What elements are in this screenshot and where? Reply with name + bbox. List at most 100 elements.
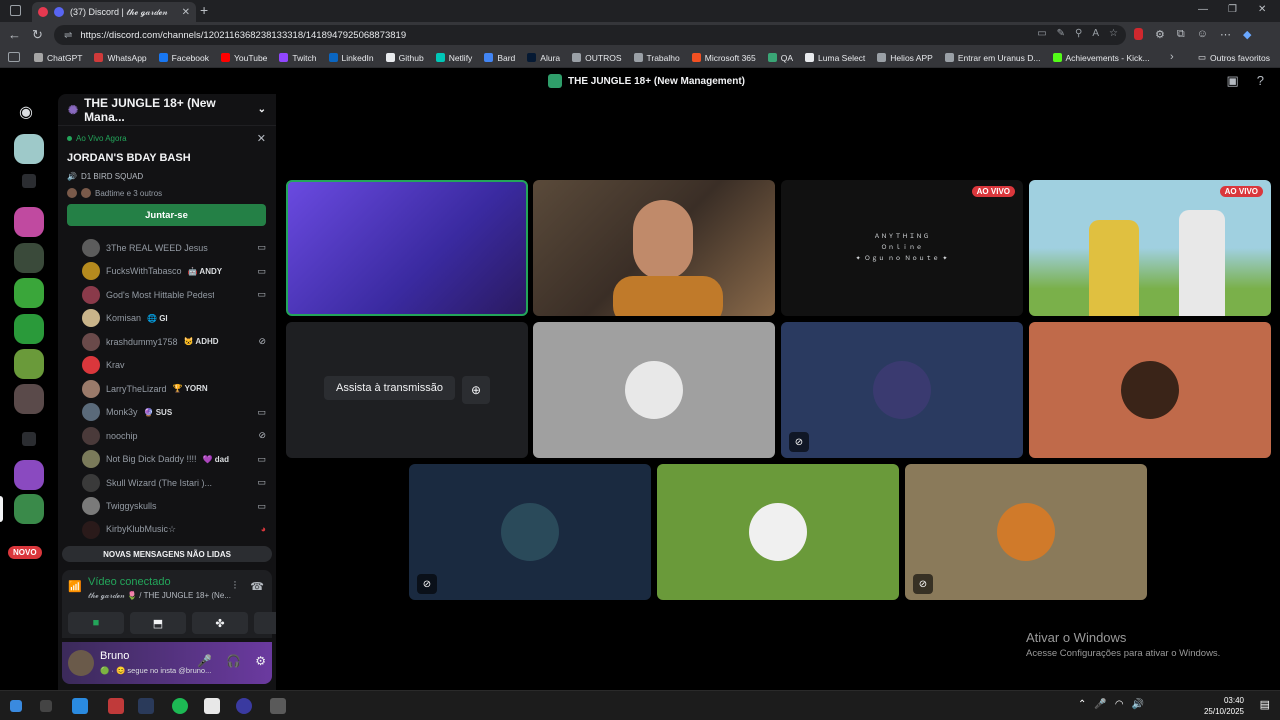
app-icon[interactable] (270, 698, 286, 714)
discord-home-icon[interactable]: ◉ (19, 102, 33, 122)
watch-stream-button[interactable]: Assista à transmissão (324, 376, 455, 400)
app-icon[interactable] (108, 698, 124, 714)
voice-user-row[interactable]: Krav (82, 354, 272, 378)
voice-user-row[interactable]: Skull Wizard (The Istari )... ▭ (82, 471, 272, 495)
bookmark-item[interactable]: Facebook (158, 53, 209, 63)
participant-tile[interactable]: ⊘ (781, 322, 1023, 458)
notifications-icon[interactable]: ▤ (1260, 698, 1270, 711)
more-bookmarks-icon[interactable]: › (1170, 51, 1174, 63)
bookmark-item[interactable]: Microsoft 365 (691, 53, 756, 63)
close-tab-icon[interactable]: ✕ (182, 7, 190, 18)
open-in-app-icon[interactable]: ▭ (1037, 28, 1046, 39)
voice-user-row[interactable]: 3The REAL WEED Jesus ▭ (82, 236, 272, 260)
read-aloud-icon[interactable]: A (1092, 28, 1099, 39)
key-icon[interactable]: ✎ (1057, 28, 1065, 39)
server-icon[interactable] (14, 460, 44, 490)
stream-tile[interactable]: AO VIVO (1029, 180, 1271, 316)
camera-button[interactable]: ■ (68, 612, 124, 634)
bookmark-item[interactable]: Github (385, 53, 424, 63)
bookmark-item[interactable]: WhatsApp (94, 53, 147, 63)
noise-suppression-icon[interactable]: ⫶ (234, 580, 237, 593)
participant-tile[interactable]: ⊘ (905, 464, 1147, 600)
video-tile[interactable] (286, 180, 528, 316)
minimize-button[interactable]: — (1198, 4, 1208, 15)
voice-user-row[interactable]: FucksWithTabasco 🤖 ANDY ▭ (82, 260, 272, 284)
copilot-icon[interactable]: ◆ (1243, 28, 1251, 41)
voice-user-row[interactable]: KirbyKlubMusic☆ ◕ (82, 518, 272, 542)
bookmark-item[interactable]: Trabalho (633, 53, 680, 63)
bookmark-item[interactable]: Helios APP (877, 53, 933, 63)
app-icon[interactable] (236, 698, 252, 714)
new-tab-button[interactable]: + (200, 2, 208, 18)
new-badge[interactable]: NOVO (8, 546, 42, 559)
bookmark-item[interactable]: OUTROS (572, 53, 622, 63)
start-icon[interactable] (10, 700, 22, 712)
participant-tile[interactable] (1029, 322, 1271, 458)
steam-icon[interactable] (138, 698, 154, 714)
microphone-icon[interactable]: 🎤 (197, 654, 212, 668)
bookmark-item[interactable]: Twitch (279, 53, 317, 63)
bookmark-item[interactable]: Netlify (435, 53, 472, 63)
bookmark-item[interactable]: ChatGPT (34, 53, 82, 63)
help-icon[interactable]: ? (1257, 73, 1264, 89)
browser-tab-discord[interactable]: (37) Discord | 𝓉𝒽ℯ ℊ𝒶𝓇𝒹ℯ𝓃 ✕ (32, 2, 196, 22)
bookmark-item[interactable]: QA (767, 53, 793, 63)
voice-user-row[interactable]: Not Big Dick Daddy !!!! 💜 dad ▭ (82, 448, 272, 472)
voice-user-row[interactable]: krashdummy1758 😺 ADHD ⊘ (82, 330, 272, 354)
extensions-icon[interactable]: ⚙ (1155, 28, 1165, 41)
voice-user-row[interactable]: noochip ⊘ (82, 424, 272, 448)
bookmark-item[interactable]: Bard (484, 53, 515, 63)
voice-user-row[interactable]: Twiggyskulls ▭ (82, 495, 272, 519)
site-info-icon[interactable]: ⇌ (64, 30, 72, 41)
voice-user-row[interactable]: LarryTheLizard 🏆 YORN (82, 377, 272, 401)
edge-icon[interactable] (72, 698, 88, 714)
server-icon[interactable] (14, 384, 44, 414)
voice-user-row[interactable]: Monk3y 🔮 SUS ▭ (82, 401, 272, 425)
server-icon[interactable] (14, 134, 44, 164)
bookmark-item[interactable]: Entrar em Uranus D... (944, 53, 1041, 63)
server-icon[interactable] (14, 243, 44, 273)
close-icon[interactable]: ✕ (257, 132, 266, 145)
show-hidden-icons[interactable]: ⌃ (1078, 699, 1086, 710)
avatar[interactable] (68, 650, 94, 676)
voice-status[interactable]: Vídeo conectado (88, 576, 171, 588)
store-icon[interactable] (204, 698, 220, 714)
stream-tile[interactable]: AO VIVO ＡＮＹＴＨＩＮＧ Ｏｎｌｉｎｅ ✦ Ｏｇｕ ｎｏ Ｎｏｕｔｅ ✦ (781, 180, 1023, 316)
wifi-icon[interactable]: ◠ (1115, 699, 1124, 710)
disconnect-icon[interactable]: ☎ (250, 580, 264, 593)
restore-button[interactable]: ❐ (1228, 4, 1237, 15)
server-header[interactable]: ✺ THE JUNGLE 18+ (New Mana... ⌄ (58, 94, 276, 126)
task-view-icon[interactable] (40, 700, 52, 712)
reload-button[interactable]: ↻ (32, 27, 43, 43)
join-button[interactable]: Juntar-se (67, 204, 266, 226)
settings-gear-icon[interactable]: ⚙ (255, 654, 266, 668)
bookmark-item[interactable]: YouTube (221, 53, 267, 63)
bookmark-item[interactable]: Alura (527, 53, 560, 63)
bookmark-item[interactable]: Luma Select (805, 53, 865, 63)
volume-icon[interactable]: 🔊 (1132, 699, 1144, 710)
server-icon[interactable] (14, 207, 44, 237)
video-tile[interactable] (533, 180, 775, 316)
spotify-icon[interactable] (172, 698, 188, 714)
activities-button[interactable]: ✤ (192, 612, 248, 634)
voice-location[interactable]: 𝓉𝒽ℯ ℊ𝒶𝓇𝒹ℯ𝓃 🌷 / THE JUNGLE 18+ (Ne... (88, 591, 231, 601)
collections-icon[interactable]: ⧉ (1177, 28, 1185, 41)
back-button[interactable]: ← (8, 27, 21, 42)
inbox-icon[interactable]: ▣ (1226, 73, 1238, 89)
voice-user-row[interactable]: Komisan 🌐 GI (82, 307, 272, 331)
favorite-star-icon[interactable]: ☆ (1109, 28, 1118, 39)
zoom-icon[interactable]: ⚲ (1075, 28, 1082, 39)
screen-share-button[interactable]: ⬒ (130, 612, 186, 634)
folder-icon[interactable] (22, 432, 36, 446)
clock[interactable]: 03:40 25/10/2025 (1204, 695, 1244, 717)
bookmark-item[interactable]: LinkedIn (328, 53, 374, 63)
server-icon[interactable] (14, 494, 44, 524)
new-messages-bar[interactable]: NOVAS MENSAGENS NÃO LIDAS (62, 546, 272, 562)
server-icon[interactable] (14, 314, 44, 344)
tab-actions-icon[interactable] (10, 5, 21, 16)
voice-user-row[interactable]: God's Most Hittable Pedestri... ▭ (82, 283, 272, 307)
add-view-icon[interactable]: ⊕ (462, 376, 490, 404)
profile-icon[interactable]: ☺ (1197, 28, 1208, 41)
close-window-button[interactable]: ✕ (1258, 4, 1266, 15)
extension-icon[interactable] (1134, 28, 1143, 40)
